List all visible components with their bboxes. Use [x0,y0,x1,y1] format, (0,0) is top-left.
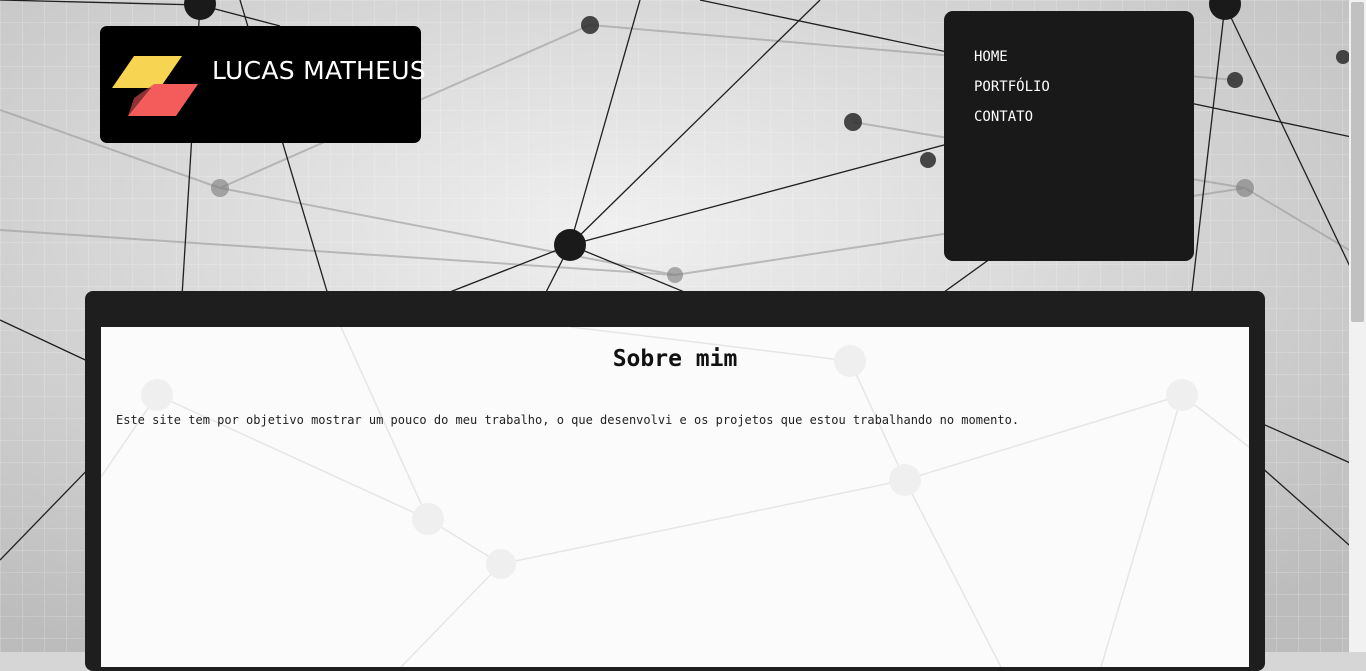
nav-link-contato[interactable]: CONTATO [974,107,1033,127]
logo-text: LUCAS MATHEUS [212,56,427,85]
nav-link-home[interactable]: HOME [974,47,1008,67]
panel-network-watermark [101,327,1249,667]
logo-mark-icon [112,56,198,116]
site-logo[interactable]: LUCAS MATHEUS [100,26,426,143]
content-frame: Sobre mim Este site tem por objetivo mos… [85,291,1265,671]
nav-list: HOME PORTFÓLIO CONTATO [974,46,1050,136]
nav-item-home: HOME [974,46,1050,76]
page-scrollbar[interactable] [1349,0,1366,652]
page-title: Sobre mim [612,346,738,372]
about-text: Este site tem por objetivo mostrar um po… [116,413,1020,427]
scrollbar-thumb[interactable] [1351,2,1364,322]
about-panel: Sobre mim Este site tem por objetivo mos… [101,327,1249,667]
nav-item-contato: CONTATO [974,106,1050,136]
nav-link-portfolio[interactable]: PORTFÓLIO [974,77,1050,97]
main-nav: HOME PORTFÓLIO CONTATO [944,11,1194,261]
nav-item-portfolio: PORTFÓLIO [974,76,1050,106]
